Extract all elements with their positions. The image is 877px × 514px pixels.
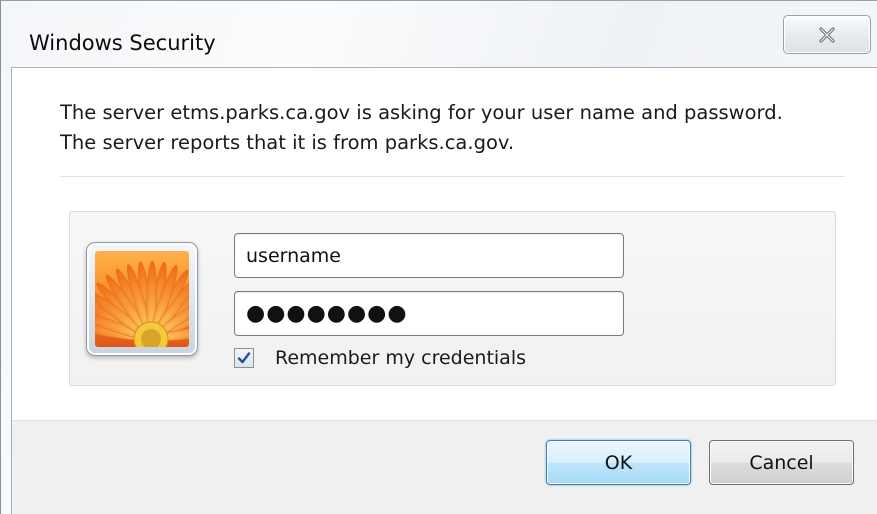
password-input[interactable]: ●●●●●●●● (234, 291, 624, 336)
message-line-1: The server etms.parks.ca.gov is asking f… (60, 101, 783, 124)
password-value: ●●●●●●●● (246, 301, 408, 326)
username-value: username (246, 244, 341, 267)
message-line-2: The server reports that it is from parks… (60, 131, 515, 154)
user-picture (86, 242, 198, 356)
checkmark-icon (237, 352, 251, 364)
username-input[interactable]: username (234, 233, 624, 278)
server-message: The server etms.parks.ca.gov is asking f… (60, 98, 860, 158)
window-title: Windows Security (29, 31, 216, 55)
ok-button[interactable]: OK (546, 440, 691, 485)
windows-security-dialog: Windows Security The server etms.parks.c… (0, 0, 877, 514)
remember-checkbox[interactable] (234, 348, 254, 368)
remember-label: Remember my credentials (275, 347, 527, 369)
remember-credentials-row[interactable]: Remember my credentials (234, 346, 526, 370)
user-picture-flower-icon (95, 251, 189, 347)
dialog-content: The server etms.parks.ca.gov is asking f… (11, 67, 877, 514)
separator (60, 176, 845, 177)
close-button[interactable] (783, 15, 871, 54)
close-icon (784, 16, 870, 53)
cancel-button[interactable]: Cancel (709, 440, 854, 485)
